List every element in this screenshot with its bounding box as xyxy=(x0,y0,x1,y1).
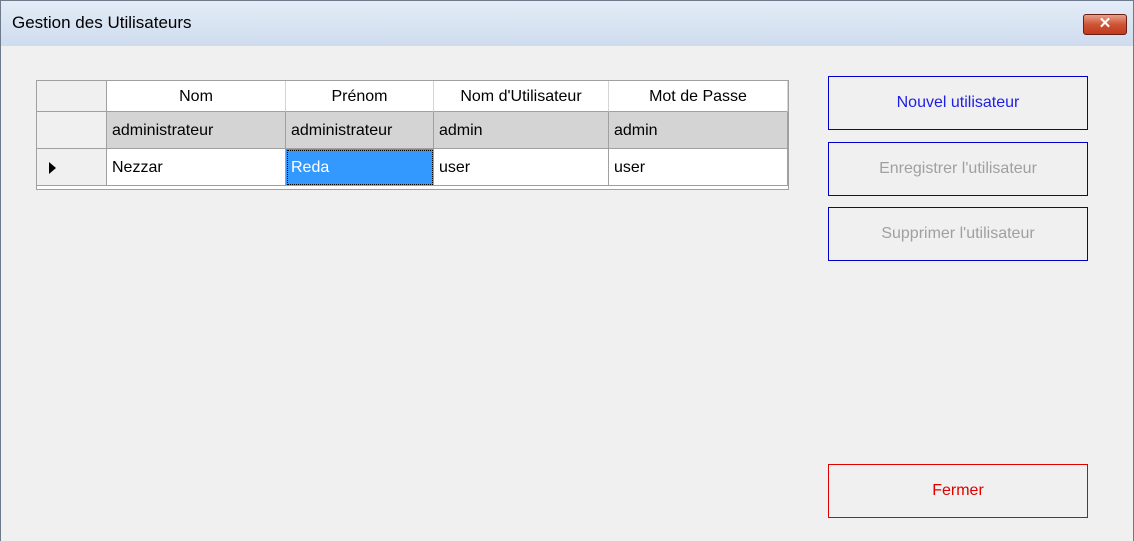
cell-nom[interactable]: administrateur xyxy=(107,112,286,149)
window-title: Gestion des Utilisateurs xyxy=(12,13,192,32)
cell-mot-de-passe[interactable]: admin xyxy=(609,112,788,149)
cell-mot-de-passe[interactable]: user xyxy=(609,149,788,186)
cell-prenom[interactable]: administrateur xyxy=(286,112,434,149)
row-header[interactable] xyxy=(37,112,107,149)
column-header-prenom[interactable]: Prénom xyxy=(286,81,434,112)
row-header[interactable] xyxy=(37,149,107,186)
cell-prenom-selected[interactable]: Reda xyxy=(286,149,434,186)
delete-user-button[interactable]: Supprimer l'utilisateur xyxy=(828,207,1088,261)
grid-corner-header[interactable] xyxy=(37,81,107,112)
cell-nom-utilisateur[interactable]: user xyxy=(434,149,609,186)
cell-nom[interactable]: Nezzar xyxy=(107,149,286,186)
users-grid[interactable]: Nom Prénom Nom d'Utilisateur Mot de Pass… xyxy=(36,80,789,190)
column-header-nom[interactable]: Nom xyxy=(107,81,286,112)
cell-nom-utilisateur[interactable]: admin xyxy=(434,112,609,149)
current-row-arrow-icon xyxy=(49,162,56,174)
user-management-window: Gestion des Utilisateurs ✕ Nom Prénom No… xyxy=(0,0,1134,541)
title-bar[interactable]: Gestion des Utilisateurs ✕ xyxy=(1,0,1133,46)
new-user-button[interactable]: Nouvel utilisateur xyxy=(828,76,1088,130)
column-header-nom-utilisateur[interactable]: Nom d'Utilisateur xyxy=(434,81,609,112)
column-header-mot-de-passe[interactable]: Mot de Passe xyxy=(609,81,788,112)
window-close-button[interactable]: ✕ xyxy=(1083,14,1127,35)
close-icon: ✕ xyxy=(1098,15,1112,32)
save-user-button[interactable]: Enregistrer l'utilisateur xyxy=(828,142,1088,196)
close-button[interactable]: Fermer xyxy=(828,464,1088,518)
